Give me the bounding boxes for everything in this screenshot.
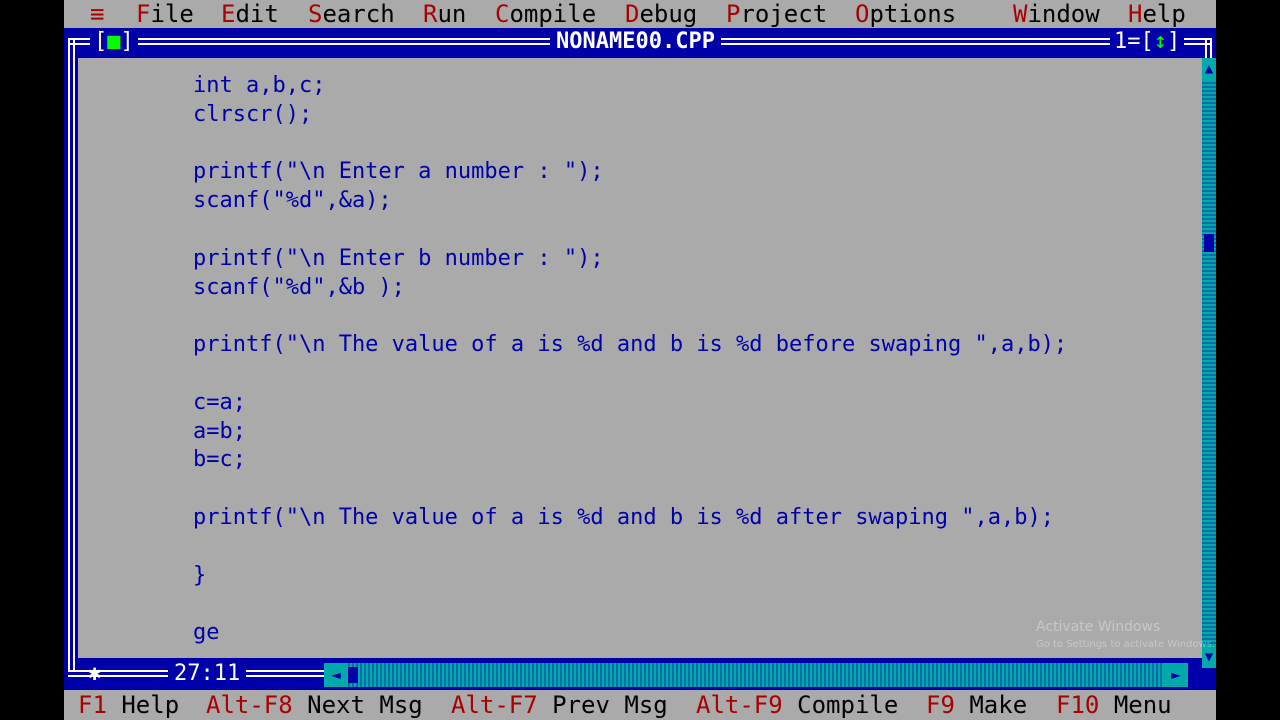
- code-line[interactable]: scanf("%d",&a);: [193, 187, 1067, 216]
- fkey-make[interactable]: F9 Make: [926, 690, 1027, 720]
- code-line[interactable]: [193, 216, 1067, 245]
- menu-help[interactable]: Help: [1128, 0, 1186, 28]
- fkey-menu[interactable]: F10 Menu: [1056, 690, 1172, 720]
- code-line[interactable]: }: [193, 562, 1067, 591]
- code-line[interactable]: ge: [193, 619, 1067, 648]
- menu-debug[interactable]: Debug: [625, 0, 697, 28]
- code-line[interactable]: [193, 360, 1067, 389]
- code-line[interactable]: [193, 130, 1067, 159]
- code-line[interactable]: int a,b,c;: [193, 72, 1067, 101]
- code-line[interactable]: [193, 590, 1067, 619]
- code-line[interactable]: printf("\n The value of a is %d and b is…: [193, 331, 1067, 360]
- code-line[interactable]: printf("\n Enter b number : ");: [193, 245, 1067, 274]
- watermark-title: Activate Windows: [1036, 619, 1161, 635]
- window-close-button[interactable]: [■]: [90, 28, 138, 56]
- fkey-help[interactable]: F1 Help: [78, 690, 179, 720]
- code-line[interactable]: b=c;: [193, 446, 1067, 475]
- horizontal-scrollbar[interactable]: ◄ ►: [324, 663, 1188, 687]
- code-line[interactable]: [193, 475, 1067, 504]
- menu-run[interactable]: Run: [423, 0, 466, 28]
- menu-edit[interactable]: Edit: [221, 0, 279, 28]
- vertical-scrollbar[interactable]: ▲ ▼: [1202, 58, 1216, 668]
- code-line[interactable]: scanf("%d",&b );: [193, 274, 1067, 303]
- window-title: NONAME00.CPP: [550, 28, 721, 56]
- system-menu-icon[interactable]: ≡: [90, 0, 104, 28]
- close-icon: ■: [107, 29, 121, 54]
- menu-search[interactable]: Search: [308, 0, 395, 28]
- menu-window[interactable]: Window: [1013, 0, 1100, 28]
- editor-window: [■] NONAME00.CPP 1=[↕] int a,b,c; clrscr(…: [64, 28, 1216, 690]
- scroll-right-icon[interactable]: ►: [1164, 663, 1188, 687]
- menu-project[interactable]: Project: [726, 0, 827, 28]
- cursor-position: 27:11: [168, 660, 247, 688]
- code-line[interactable]: clrscr();: [193, 101, 1067, 130]
- window-frame-left: [68, 38, 75, 672]
- turbo-cpp-screen: ≡ File Edit Search Run Compile Debug Pro…: [64, 0, 1216, 720]
- fkey-next-msg[interactable]: Alt-F8 Next Msg: [206, 690, 423, 720]
- activation-watermark: Activate Windows Go to Settings to activ…: [1036, 618, 1215, 654]
- code-editor[interactable]: int a,b,c; clrscr(); printf("\n Enter a n…: [78, 58, 1202, 658]
- code-line[interactable]: c=a;: [193, 389, 1067, 418]
- code-line[interactable]: printf("\n The value of a is %d and b is…: [193, 504, 1067, 533]
- scroll-up-icon[interactable]: ▲: [1202, 58, 1216, 80]
- fkey-prev-msg[interactable]: Alt-F7 Prev Msg: [451, 690, 668, 720]
- menu-bar: ≡ File Edit Search Run Compile Debug Pro…: [64, 0, 1216, 28]
- code-line[interactable]: [193, 302, 1067, 331]
- code-line[interactable]: [193, 533, 1067, 562]
- window-zoom-button[interactable]: 1=[↕]: [1110, 28, 1185, 56]
- vertical-scroll-thumb[interactable]: [1204, 234, 1214, 252]
- horizontal-scroll-thumb[interactable]: [348, 667, 358, 683]
- menu-options[interactable]: Options: [855, 0, 956, 28]
- zoom-icon: ↕: [1153, 29, 1167, 54]
- code-text[interactable]: int a,b,c; clrscr(); printf("\n Enter a n…: [193, 72, 1067, 648]
- code-line[interactable]: printf("\n Enter a number : ");: [193, 158, 1067, 187]
- fkey-compile[interactable]: Alt-F9 Compile: [696, 690, 898, 720]
- window-frame-right: [1205, 38, 1212, 58]
- code-line[interactable]: a=b;: [193, 418, 1067, 447]
- scroll-left-icon[interactable]: ◄: [324, 663, 348, 687]
- modified-indicator-icon: ✱: [88, 661, 102, 686]
- menu-file[interactable]: File: [136, 0, 194, 28]
- function-key-bar: F1 Help Alt-F8 Next Msg Alt-F7 Prev Msg …: [64, 690, 1216, 720]
- watermark-subtitle: Go to Settings to activate Windows.: [1036, 639, 1216, 650]
- menu-compile[interactable]: Compile: [495, 0, 596, 28]
- window-status-line: ✱ 27:11 ◄ ►: [64, 660, 1216, 690]
